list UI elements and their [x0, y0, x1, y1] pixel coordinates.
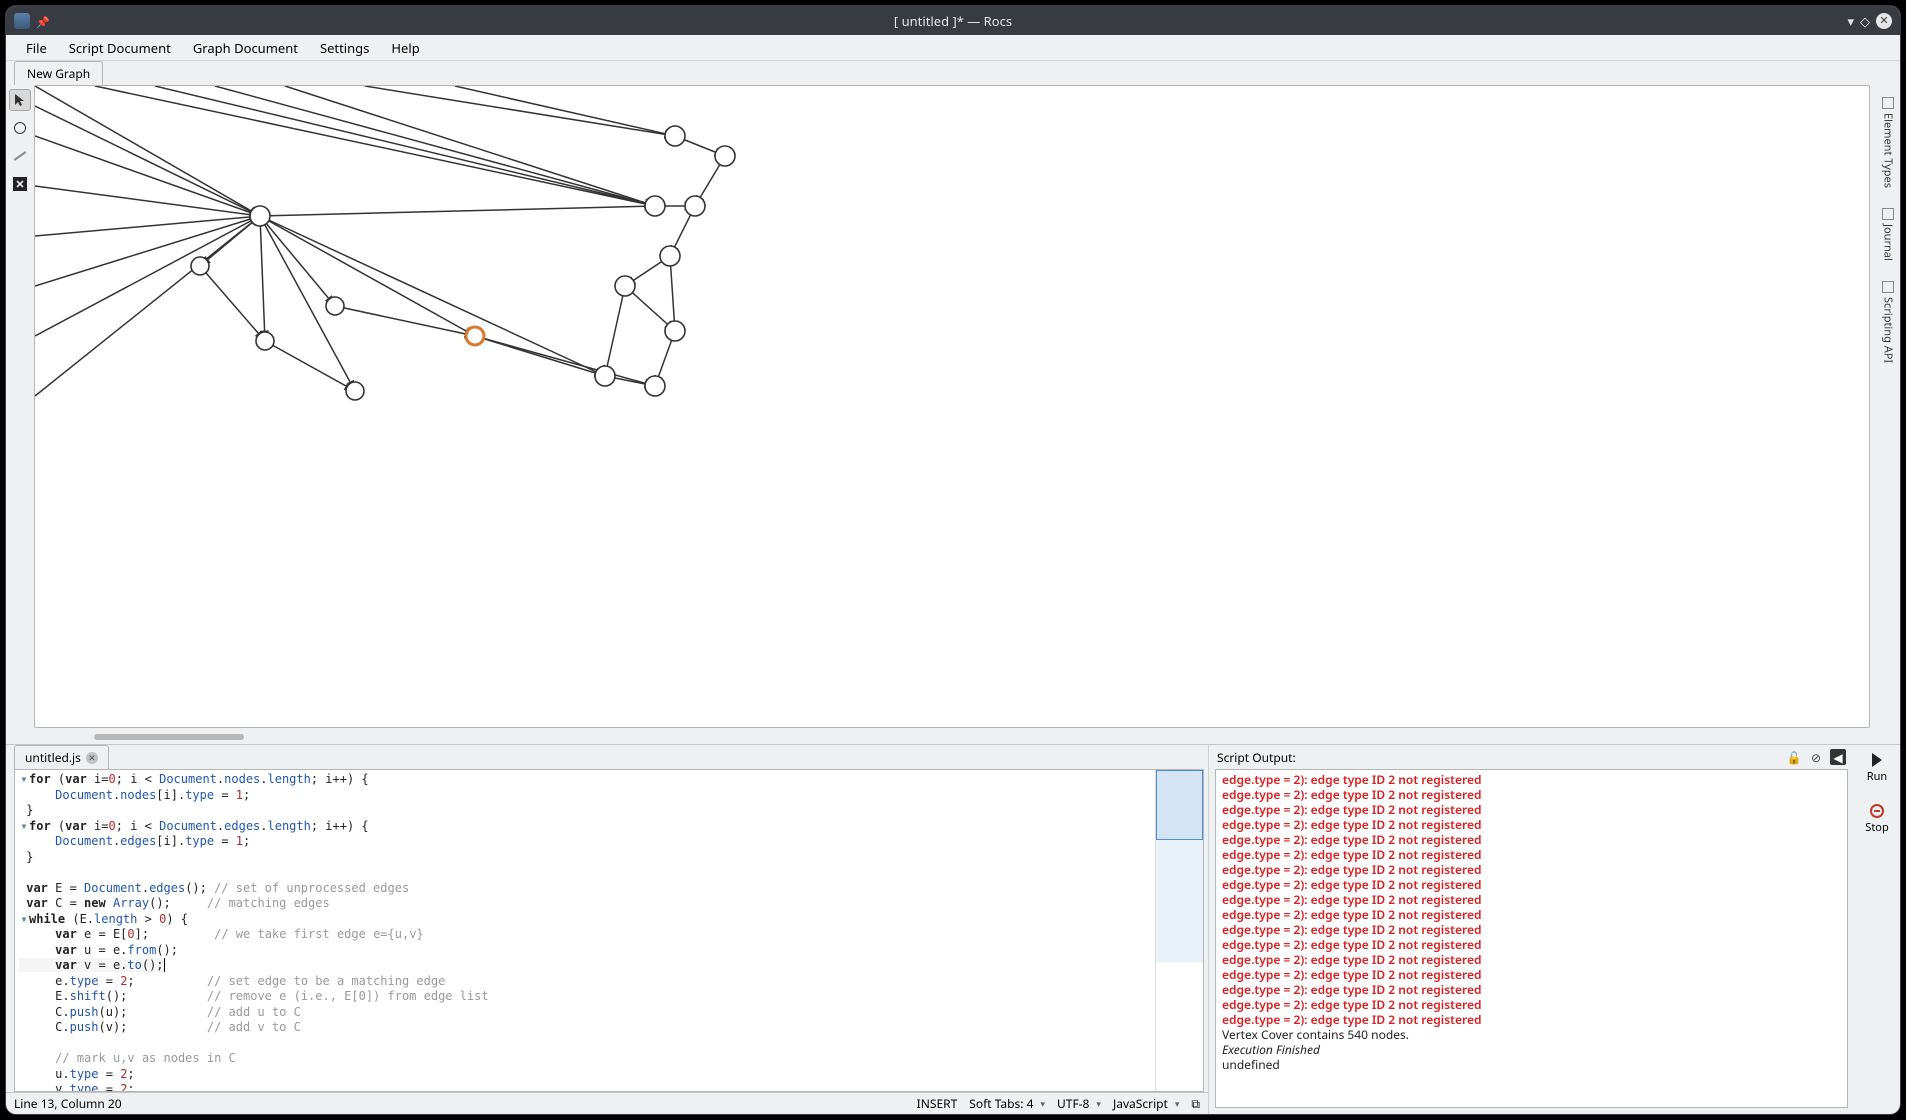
delete-tool[interactable]: ✕: [9, 173, 31, 195]
stop-button[interactable]: Stop: [1861, 800, 1892, 839]
line-icon: [14, 151, 27, 161]
output-error-line: edge.type = 2): edge type ID 2 not regis…: [1222, 952, 1841, 967]
side-tab-scripting-api[interactable]: Scripting API: [1879, 275, 1898, 369]
output-result-line: Vertex Cover contains 540 nodes.: [1222, 1027, 1841, 1042]
output-label: Script Output:: [1217, 749, 1296, 766]
script-tabbar: untitled.js ✕: [6, 745, 1208, 769]
close-button[interactable]: ✕: [1876, 13, 1892, 29]
types-icon: [1882, 97, 1894, 109]
lock-icon[interactable]: 🔓: [1786, 749, 1802, 765]
encoding[interactable]: UTF-8: [1057, 1095, 1101, 1112]
graph-svg: [35, 86, 1395, 431]
play-icon: [1872, 753, 1882, 767]
edit-mode[interactable]: INSERT: [917, 1095, 958, 1112]
output-header: Script Output: 🔓 ⊘ ◀: [1209, 745, 1854, 769]
output-console[interactable]: edge.type = 2): edge type ID 2 not regis…: [1215, 769, 1848, 1108]
pin-icon[interactable]: [36, 12, 50, 30]
side-panel-strip: Element Types Journal Scripting API: [1876, 85, 1900, 744]
maximize-button[interactable]: ◇: [1860, 12, 1870, 30]
menu-settings[interactable]: Settings: [310, 35, 379, 61]
language[interactable]: JavaScript: [1113, 1095, 1179, 1112]
close-icon[interactable]: ✕: [86, 752, 98, 764]
minimize-button[interactable]: ▾: [1847, 12, 1854, 30]
graph-toolbar: ✕: [6, 85, 34, 744]
editor-statusbar: Line 13, Column 20 INSERT Soft Tabs: 4 U…: [6, 1092, 1208, 1114]
code-editor[interactable]: ▾for (var i=0; i < Document.nodes.length…: [15, 770, 1155, 1091]
split-icon[interactable]: ⧉: [1191, 1095, 1200, 1112]
edge-tool[interactable]: [9, 145, 31, 167]
menu-graph-document[interactable]: Graph Document: [183, 35, 308, 61]
output-error-line: edge.type = 2): edge type ID 2 not regis…: [1222, 817, 1841, 832]
api-icon: [1882, 281, 1894, 293]
output-undefined-line: undefined: [1222, 1057, 1841, 1072]
output-error-line: edge.type = 2): edge type ID 2 not regis…: [1222, 802, 1841, 817]
clear-icon[interactable]: ⊘: [1808, 749, 1824, 765]
output-error-line: edge.type = 2): edge type ID 2 not regis…: [1222, 772, 1841, 787]
delete-icon: ✕: [13, 177, 27, 191]
side-tab-journal[interactable]: Journal: [1879, 202, 1898, 267]
output-error-line: edge.type = 2): edge type ID 2 not regis…: [1222, 1012, 1841, 1027]
output-finished-line: Execution Finished: [1222, 1042, 1841, 1057]
menubar: File Script Document Graph Document Sett…: [6, 35, 1900, 61]
action-strip: Run Stop: [1854, 745, 1900, 1114]
menu-script-document[interactable]: Script Document: [59, 35, 181, 61]
indent-mode[interactable]: Soft Tabs: 4: [969, 1095, 1045, 1112]
menu-file[interactable]: File: [16, 35, 57, 61]
stop-icon: [1870, 804, 1884, 818]
output-error-line: edge.type = 2): edge type ID 2 not regis…: [1222, 982, 1841, 997]
graph-tab-new[interactable]: New Graph: [14, 61, 103, 85]
menu-help[interactable]: Help: [381, 35, 429, 61]
journal-icon: [1882, 208, 1894, 220]
window-title: [ untitled ]* — Rocs: [134, 12, 1772, 30]
output-error-line: edge.type = 2): edge type ID 2 not regis…: [1222, 997, 1841, 1012]
circle-icon: [14, 122, 26, 134]
output-error-line: edge.type = 2): edge type ID 2 not regis…: [1222, 787, 1841, 802]
output-error-line: edge.type = 2): edge type ID 2 not regis…: [1222, 937, 1841, 952]
run-button[interactable]: Run: [1863, 749, 1891, 788]
graph-tabbar: New Graph: [6, 61, 1900, 85]
graph-canvas[interactable]: [34, 85, 1870, 728]
output-error-line: edge.type = 2): edge type ID 2 not regis…: [1222, 922, 1841, 937]
side-tab-element-types[interactable]: Element Types: [1879, 91, 1898, 194]
cursor-position: Line 13, Column 20: [14, 1095, 122, 1112]
output-error-line: edge.type = 2): edge type ID 2 not regis…: [1222, 907, 1841, 922]
output-error-line: edge.type = 2): edge type ID 2 not regis…: [1222, 847, 1841, 862]
graph-hscrollbar[interactable]: [34, 732, 1870, 744]
output-error-line: edge.type = 2): edge type ID 2 not regis…: [1222, 862, 1841, 877]
app-icon: [14, 13, 30, 29]
pointer-tool[interactable]: [9, 89, 31, 111]
script-tab-untitled[interactable]: untitled.js ✕: [14, 745, 109, 769]
editor-minimap[interactable]: [1155, 770, 1203, 1091]
node-tool[interactable]: [9, 117, 31, 139]
output-error-line: edge.type = 2): edge type ID 2 not regis…: [1222, 967, 1841, 982]
output-error-line: edge.type = 2): edge type ID 2 not regis…: [1222, 892, 1841, 907]
back-icon[interactable]: ◀: [1830, 749, 1846, 765]
output-error-line: edge.type = 2): edge type ID 2 not regis…: [1222, 832, 1841, 847]
output-error-line: edge.type = 2): edge type ID 2 not regis…: [1222, 877, 1841, 892]
titlebar: [ untitled ]* — Rocs ▾ ◇ ✕: [6, 6, 1900, 35]
